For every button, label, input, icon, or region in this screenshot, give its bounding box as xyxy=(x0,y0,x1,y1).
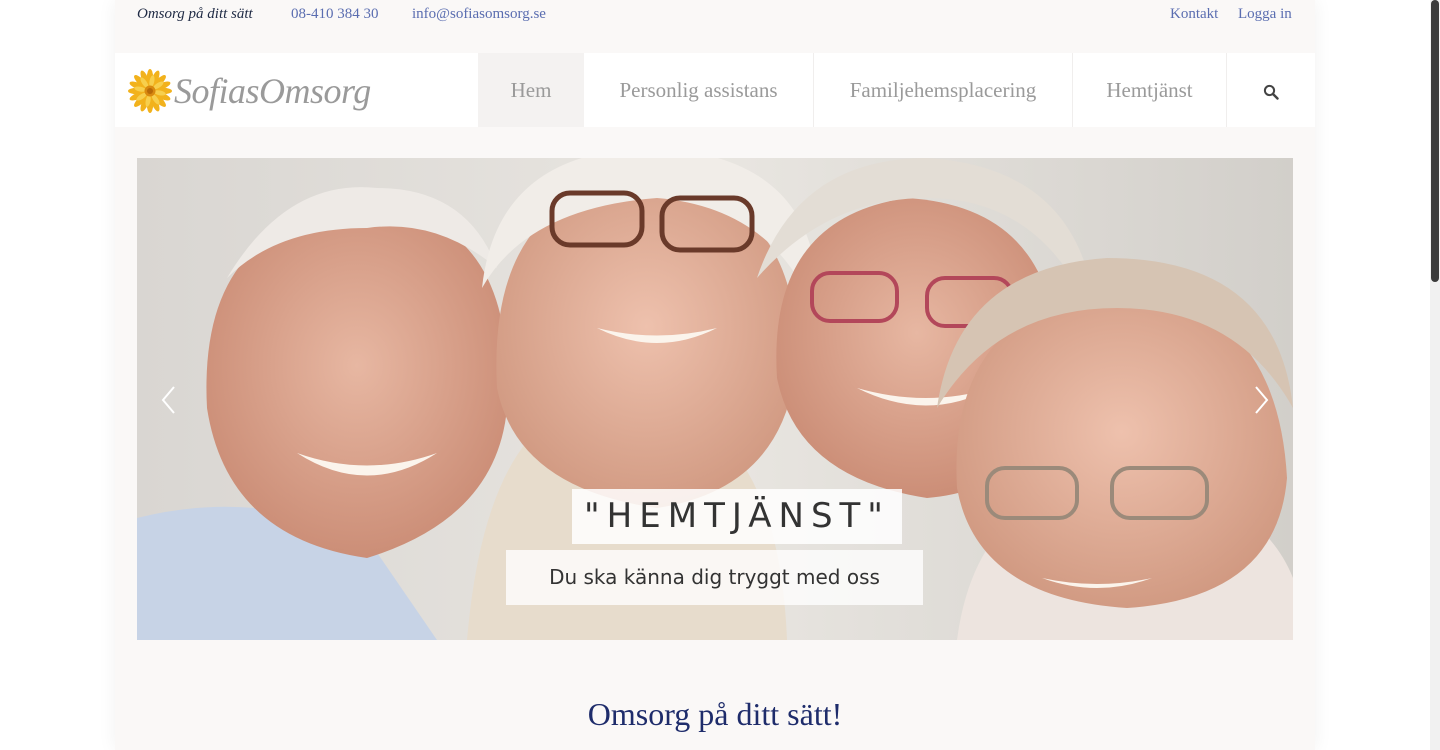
tagline: Omsorg på ditt sätt xyxy=(137,6,253,22)
slide-caption-title: "HEMTJÄNST" xyxy=(572,489,902,544)
page-container: Omsorg på ditt sätt 08-410 384 30 info@s… xyxy=(115,0,1315,750)
logo[interactable]: SofiasOmsorg xyxy=(115,53,478,127)
flower-logo-icon xyxy=(128,69,172,113)
search-icon xyxy=(1263,85,1279,100)
scrollbar-thumb[interactable] xyxy=(1431,0,1439,282)
search-button[interactable] xyxy=(1227,53,1315,127)
nav-item-familjehemsplacering[interactable]: Familjehemsplacering xyxy=(814,53,1072,127)
slide-caption-subtitle: Du ska känna dig tryggt med oss xyxy=(506,550,923,605)
nav-item-personlig-assistans[interactable]: Personlig assistans xyxy=(584,53,813,127)
section-heading: Omsorg på ditt sätt! xyxy=(587,696,843,732)
chevron-left-icon[interactable] xyxy=(159,383,179,417)
header: SofiasOmsorg Hem Personlig assistans Fam… xyxy=(115,53,1315,127)
top-bar: Omsorg på ditt sätt 08-410 384 30 info@s… xyxy=(115,0,1315,30)
scrollbar[interactable] xyxy=(1430,0,1440,750)
phone-link[interactable]: 08-410 384 30 xyxy=(291,6,379,23)
chevron-right-icon[interactable] xyxy=(1251,383,1271,417)
contact-link[interactable]: Kontakt xyxy=(1170,6,1218,23)
nav-item-hem[interactable]: Hem xyxy=(478,53,584,127)
hero-slider[interactable]: "HEMTJÄNST" Du ska känna dig tryggt med … xyxy=(137,158,1293,640)
email-link[interactable]: info@sofiasomsorg.se xyxy=(412,6,546,23)
nav-item-hemtjanst[interactable]: Hemtjänst xyxy=(1073,53,1226,127)
logo-text: SofiasOmsorg xyxy=(174,71,371,111)
login-link[interactable]: Logga in xyxy=(1238,6,1292,23)
